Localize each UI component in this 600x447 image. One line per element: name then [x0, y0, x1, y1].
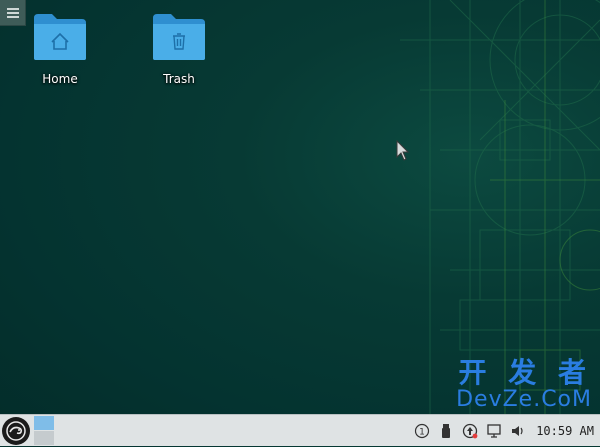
home-folder-icon — [34, 14, 86, 60]
desktop-icon-label: Trash — [163, 72, 195, 86]
network-button[interactable] — [486, 421, 502, 441]
volume-button[interactable] — [510, 421, 526, 441]
software-updates-button[interactable] — [462, 421, 478, 441]
watermark-sub-suffix: .CoM — [533, 387, 592, 412]
watermark-main-text: 开 发 者 — [458, 356, 592, 389]
removable-device-button[interactable] — [438, 421, 454, 441]
desktop-icon-home[interactable]: Home — [20, 12, 100, 86]
taskbar: 1 10:59 AM — [0, 414, 600, 446]
speaker-icon — [512, 426, 523, 436]
opensuse-logo-icon — [6, 421, 26, 441]
watermark-sub-prefix: DevZe — [456, 387, 534, 412]
clock[interactable]: 10:59 AM — [536, 424, 594, 438]
pager-desktop-1[interactable] — [34, 416, 54, 430]
watermark-sub-text: DevZe.CoM — [456, 388, 592, 412]
mouse-cursor-icon — [396, 140, 410, 161]
desktop-icon-label: Home — [42, 72, 78, 86]
desktop-icon-trash[interactable]: Trash — [139, 12, 219, 86]
hamburger-icon — [6, 7, 19, 19]
application-launcher-button[interactable] — [2, 417, 30, 445]
usb-drive-icon — [442, 424, 451, 438]
network-wired-icon — [487, 424, 501, 438]
updates-indicator[interactable]: 1 — [414, 421, 430, 441]
virtual-desktop-pager[interactable] — [34, 416, 54, 445]
watermark: 开 发 者 DevZe.CoM — [456, 358, 592, 412]
system-tray: 1 10:59 AM — [410, 415, 594, 447]
trash-folder-icon — [153, 14, 205, 60]
update-arrow-icon — [463, 423, 478, 439]
pager-desktop-2[interactable] — [34, 431, 54, 445]
svg-text:1: 1 — [419, 428, 425, 438]
updates-badge-icon: 1 — [415, 423, 430, 439]
